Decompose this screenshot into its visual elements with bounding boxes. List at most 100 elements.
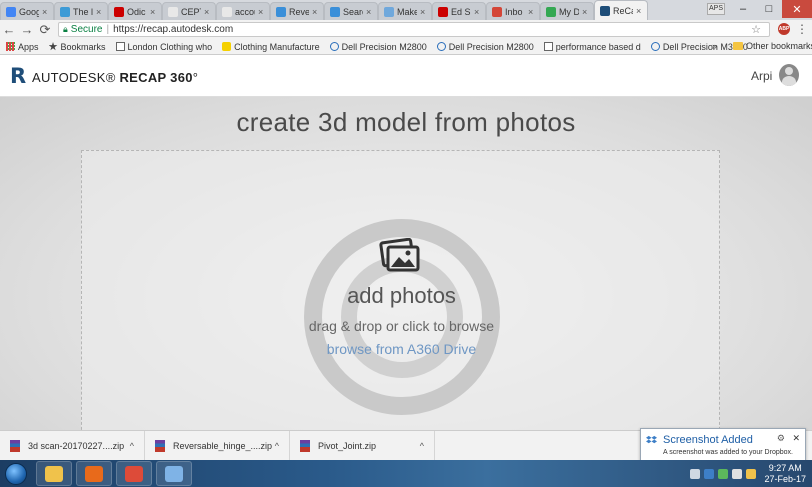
download-item[interactable]: Reversable_hinge_....zip ^	[145, 430, 290, 461]
browser-tab[interactable]: The l ×	[54, 2, 108, 20]
bookmark-item[interactable]: performance based d	[543, 42, 641, 52]
tab-close-icon[interactable]: ×	[150, 7, 158, 17]
tab-close-icon[interactable]: ×	[42, 7, 50, 17]
browser-tab[interactable]: ReCa×	[594, 0, 648, 20]
dell-icon	[436, 42, 446, 51]
forward-arrow-icon[interactable]: →	[18, 22, 36, 37]
tab-close-icon[interactable]: ×	[96, 7, 104, 17]
tab-close-icon[interactable]: ×	[366, 7, 374, 17]
gear-icon[interactable]: ⚙	[777, 433, 785, 444]
bookmark-label: Clothing Manufacture	[234, 41, 320, 52]
close-icon[interactable]: ✕	[792, 433, 800, 444]
tab-favicon-icon	[60, 6, 70, 17]
start-button[interactable]	[0, 460, 32, 487]
browser-tab[interactable]: Goog ×	[0, 2, 54, 20]
adblock-icon[interactable]: ABP	[778, 23, 790, 35]
browser-tab[interactable]: My D ×	[540, 2, 594, 20]
main-content: create 3d model from photos add photos d…	[0, 97, 812, 440]
browser-tab[interactable]: accou×	[216, 2, 270, 20]
chevron-up-icon[interactable]: ^	[130, 441, 134, 451]
yellow-pages-icon	[222, 42, 232, 51]
volume-icon[interactable]	[746, 468, 757, 479]
taskbar-app-chrome[interactable]	[116, 461, 152, 486]
chevron-up-icon[interactable]: ^	[420, 441, 424, 451]
tab-label: Inbo	[505, 6, 523, 17]
star-icon	[48, 42, 58, 51]
dropbox-tray-icon[interactable]	[704, 468, 715, 479]
user-avatar[interactable]	[779, 64, 799, 86]
flag-icon[interactable]	[690, 468, 701, 479]
bookmark-star-icon[interactable]: ☆	[751, 23, 761, 36]
add-photos-heading: add photos	[347, 283, 456, 308]
tab-favicon-icon	[6, 6, 16, 17]
browse-a360-link[interactable]: browse from A360 Drive	[82, 341, 721, 357]
tab-close-icon[interactable]: ×	[582, 7, 590, 17]
bookmark-label: Apps	[18, 41, 39, 52]
bookmarks-overflow-icon[interactable]: »	[712, 41, 717, 51]
bookmark-item[interactable]: Bookmarks	[48, 41, 106, 52]
reload-icon[interactable]: ⟳	[36, 22, 54, 38]
bookmark-label: Dell Precision M2800	[448, 41, 534, 52]
tab-close-icon[interactable]: ×	[474, 7, 482, 17]
dropbox-notification[interactable]: Screenshot Added A screenshot was added …	[640, 428, 806, 462]
tab-label: accou	[235, 6, 255, 17]
tab-close-icon[interactable]: ×	[312, 7, 320, 17]
clock-date: 27-Feb-17	[764, 473, 806, 484]
browser-tab[interactable]: Odic ×	[108, 2, 162, 20]
recap-logo-icon[interactable]: R	[10, 65, 26, 87]
download-filename: Reversable_hinge_....zip	[173, 440, 273, 451]
taskbar-app-media-player[interactable]	[76, 461, 112, 486]
close-window-button[interactable]: ✕	[782, 0, 812, 18]
browser-tab[interactable]: CEPT×	[162, 2, 216, 20]
clock[interactable]: 9:27 AM 27-Feb-17	[764, 463, 806, 485]
browser-tab[interactable]: Rever×	[270, 2, 324, 20]
tab-favicon-icon	[546, 6, 556, 17]
bookmark-item[interactable]: Clothing Manufacture	[222, 42, 320, 52]
bookmark-item[interactable]: Dell Precision M2800	[329, 42, 427, 52]
url-input[interactable]: 🔒︎ Secure | https://recap.autodesk.com ☆	[58, 22, 770, 37]
brand-title[interactable]: AUTODESK® RECAP 360°	[32, 70, 198, 85]
bookmark-item[interactable]: Dell Precision M2800	[436, 41, 534, 52]
minimize-button[interactable]: –	[730, 0, 756, 18]
back-arrow-icon[interactable]: ←	[0, 22, 18, 37]
browser-menu-icon[interactable]: ⋮	[796, 22, 808, 36]
user-name[interactable]: Arpi	[751, 69, 772, 83]
screen: Goog×The l×Odic×CEPT×accou×Rever×Searc×M…	[0, 0, 812, 487]
taskbar-app-explorer[interactable]	[36, 461, 72, 486]
apps-grid-icon	[6, 42, 15, 51]
browser-tab[interactable]: Ed Sh×	[432, 2, 486, 20]
download-item[interactable]: 3d scan-20170227....zip ^	[0, 430, 145, 461]
photo-drop-zone[interactable]: add photos drag & drop or click to brows…	[81, 150, 720, 440]
tab-label: Rever	[289, 6, 309, 17]
signal-icon[interactable]	[732, 468, 743, 479]
zip-file-icon	[300, 439, 310, 452]
tab-close-icon[interactable]: ×	[258, 7, 266, 17]
other-bookmarks[interactable]: Other bookmarks	[733, 41, 812, 51]
lock-icon: 🔒︎	[63, 24, 68, 34]
tab-favicon-icon	[114, 6, 124, 17]
browser-tab[interactable]: Make ×	[378, 2, 432, 20]
other-bookmarks-label: Other bookmarks	[746, 41, 812, 51]
download-item[interactable]: Pivot_Joint.zip ^	[290, 430, 435, 461]
tab-favicon-icon	[330, 6, 340, 17]
browser-tab[interactable]: Inbo ×	[486, 2, 540, 20]
bookmark-item[interactable]: London Clothing who	[115, 42, 212, 52]
brand-prefix: AUTODESK	[32, 70, 106, 85]
q-app-icon[interactable]	[718, 468, 729, 479]
taskbar-app-network[interactable]	[156, 461, 192, 486]
tab-close-icon[interactable]: ×	[420, 7, 428, 17]
tab-label: CEPT	[181, 6, 201, 17]
download-filename: 3d scan-20170227....zip	[28, 440, 125, 451]
tab-label: Ed Sh	[451, 6, 471, 17]
bookmark-label: Bookmarks	[60, 41, 106, 52]
browser-tab[interactable]: Searc×	[324, 2, 378, 20]
profile-badge[interactable]: APS	[707, 3, 725, 15]
tab-close-icon[interactable]: ×	[636, 6, 644, 16]
bookmark-item[interactable]: Apps	[6, 42, 39, 52]
tab-close-icon[interactable]: ×	[204, 7, 212, 17]
maximize-button[interactable]: □	[756, 0, 782, 18]
tab-close-icon[interactable]: ×	[528, 7, 536, 17]
tab-favicon-icon	[492, 6, 502, 17]
tab-label: The l	[73, 6, 93, 17]
chevron-up-icon[interactable]: ^	[275, 441, 279, 451]
